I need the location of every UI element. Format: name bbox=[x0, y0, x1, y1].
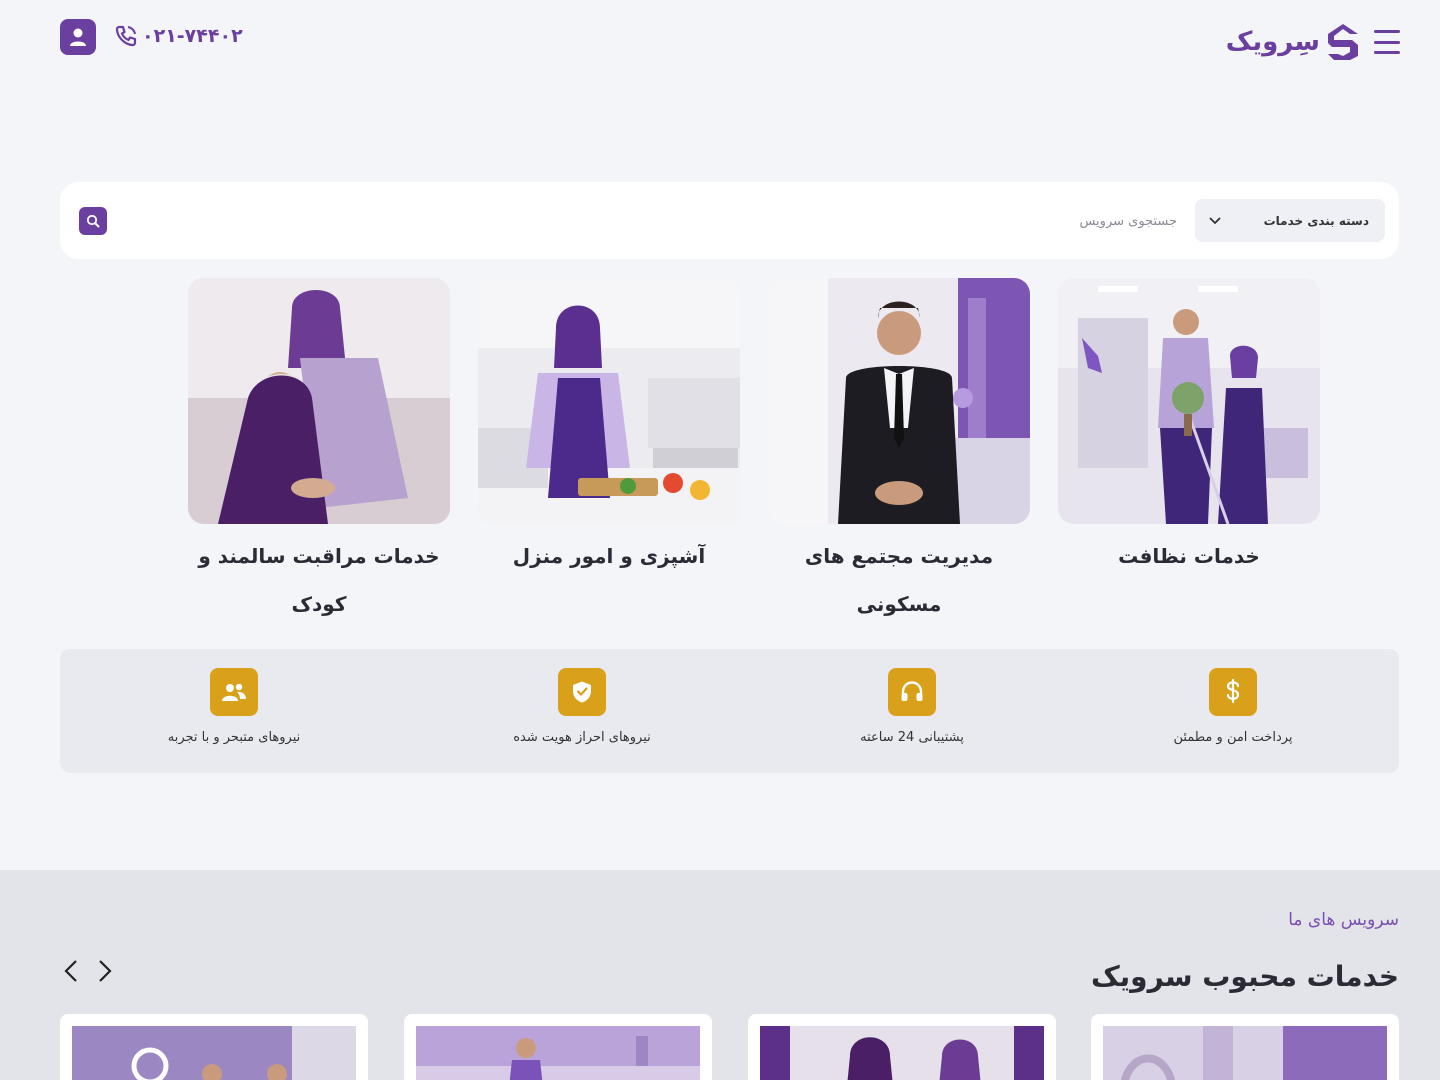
popular-service-image bbox=[72, 1026, 356, 1080]
service-card-building-management[interactable]: مدیریت مجتمع های مسکونی bbox=[768, 278, 1030, 628]
popular-service-image bbox=[760, 1026, 1044, 1080]
search-bar: دسته بندی خدمات bbox=[60, 182, 1399, 259]
popular-service-card[interactable] bbox=[404, 1014, 712, 1080]
headset-icon bbox=[888, 668, 936, 716]
feature-support: پشتیبانی 24 ساعته bbox=[762, 649, 1062, 773]
popular-service-card[interactable] bbox=[60, 1014, 368, 1080]
dollar-icon bbox=[1209, 668, 1257, 716]
service-title: خدمات نظافت bbox=[1118, 544, 1260, 568]
section-kicker: سرویس های ما bbox=[1288, 910, 1399, 930]
logo-text: سِرویک bbox=[1225, 27, 1320, 57]
service-image-cleaning bbox=[1058, 278, 1320, 524]
service-title: مدیریت مجتمع های مسکونی bbox=[804, 544, 994, 616]
service-title: خدمات مراقبت سالمند و کودک bbox=[198, 544, 440, 616]
feature-label: نیروهای احراز هویت شده bbox=[513, 730, 651, 745]
service-card-cleaning[interactable]: خدمات نظافت bbox=[1058, 278, 1320, 580]
chevron-left-icon bbox=[64, 960, 77, 982]
users-icon bbox=[210, 668, 258, 716]
user-icon bbox=[70, 28, 86, 46]
header: سِرویک ۰۲۱-۷۴۴۰۲ bbox=[0, 0, 1440, 80]
popular-service-card[interactable] bbox=[1091, 1014, 1399, 1080]
logo-mark-icon bbox=[1328, 24, 1358, 60]
section-heading: خدمات محبوب سرویک bbox=[1090, 960, 1399, 993]
carousel-prev-button[interactable] bbox=[60, 958, 82, 984]
feature-verified-staff: نیروهای احراز هویت شده bbox=[432, 649, 732, 773]
hamburger-menu-icon[interactable] bbox=[1374, 30, 1400, 54]
shield-check-icon bbox=[558, 668, 606, 716]
user-account-button[interactable] bbox=[60, 19, 96, 55]
search-input[interactable] bbox=[147, 202, 1177, 240]
service-image-elderly-child-care bbox=[188, 278, 450, 524]
carousel-next-button[interactable] bbox=[94, 958, 116, 984]
service-card-elderly-child-care[interactable]: خدمات مراقبت سالمند و کودک bbox=[188, 278, 450, 628]
feature-label: پشتیبانی 24 ساعته bbox=[860, 730, 964, 745]
feature-experienced-staff: نیروهای متبحر و با تجربه bbox=[84, 649, 384, 773]
phone-link[interactable]: ۰۲۱-۷۴۴۰۲ bbox=[114, 22, 243, 50]
search-icon bbox=[86, 214, 100, 228]
logo[interactable]: سِرویک bbox=[1226, 20, 1362, 64]
popular-service-image bbox=[1103, 1026, 1387, 1080]
popular-services-section: سرویس های ما خدمات محبوب سرویک bbox=[0, 870, 1440, 1080]
feature-label: پرداخت امن و مطمئن bbox=[1173, 730, 1293, 745]
feature-secure-payment: پرداخت امن و مطمئن bbox=[1083, 649, 1383, 773]
feature-label: نیروهای متبحر و با تجربه bbox=[167, 730, 301, 745]
category-dropdown-label: دسته بندی خدمات bbox=[1263, 213, 1369, 228]
chevron-down-icon bbox=[1209, 216, 1221, 224]
category-dropdown[interactable]: دسته بندی خدمات bbox=[1195, 199, 1385, 242]
features-bar: پرداخت امن و مطمئن پشتیبانی 24 ساعته نیر… bbox=[60, 649, 1399, 773]
popular-service-image bbox=[416, 1026, 700, 1080]
carousel-controls bbox=[60, 958, 116, 984]
service-card-cooking[interactable]: آشپزی و امور منزل bbox=[478, 278, 740, 580]
service-image-cooking bbox=[478, 278, 740, 524]
phone-number: ۰۲۱-۷۴۴۰۲ bbox=[142, 25, 243, 47]
chevron-right-icon bbox=[99, 960, 112, 982]
phone-icon bbox=[115, 25, 137, 47]
search-button[interactable] bbox=[79, 207, 107, 235]
popular-service-card[interactable] bbox=[748, 1014, 1056, 1080]
service-title: آشپزی و امور منزل bbox=[512, 544, 706, 568]
service-image-building-management bbox=[768, 278, 1030, 524]
